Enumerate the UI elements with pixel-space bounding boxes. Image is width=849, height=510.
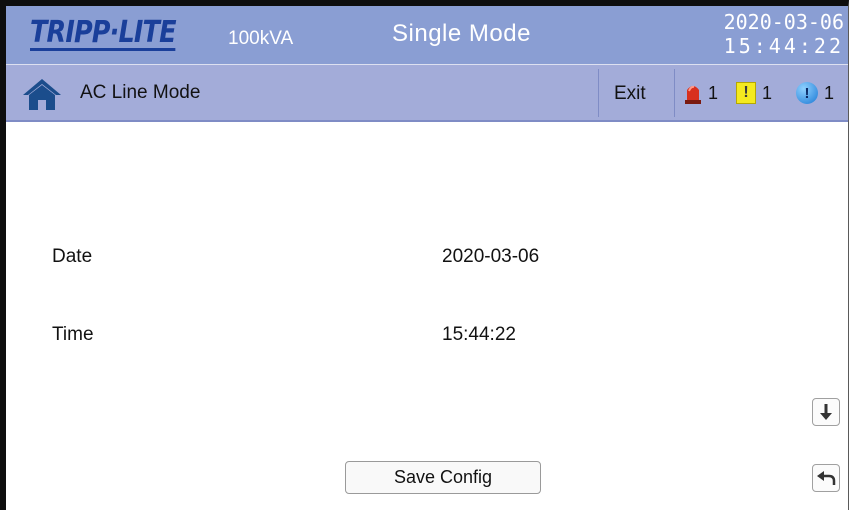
date-label: Date xyxy=(52,246,93,267)
time-value-field[interactable]: 15:44:22 xyxy=(442,324,516,346)
date-value-field[interactable]: 2020-03-06 xyxy=(442,246,539,268)
warning-alarm-indicator[interactable]: ! 1 xyxy=(736,79,772,107)
info-icon: ! xyxy=(796,82,818,104)
operating-mode: Single Mode xyxy=(392,20,531,47)
save-config-button[interactable]: Save Config xyxy=(345,461,541,494)
page-title: AC Line Mode xyxy=(80,82,201,103)
time-label: Time xyxy=(52,324,94,345)
scroll-down-button[interactable] xyxy=(812,398,840,426)
back-arrow-icon xyxy=(817,471,836,485)
top-status-bar: TRIPP·LITE 100kVA Single Mode 2020-03-06… xyxy=(6,6,848,64)
info-count: 1 xyxy=(824,82,835,103)
exit-button[interactable]: Exit xyxy=(614,83,646,105)
clock: 2020-03-06 15:44:22 xyxy=(714,10,844,58)
divider xyxy=(674,69,675,117)
warning-icon: ! xyxy=(736,82,756,104)
brand-logo: TRIPP·LITE xyxy=(30,15,176,51)
capacity-label: 100kVA xyxy=(228,28,294,49)
critical-alarm-indicator[interactable]: 1 xyxy=(684,79,718,107)
critical-count: 1 xyxy=(708,82,719,103)
alarm-siren-icon xyxy=(685,85,701,104)
clock-date: 2020-03-06 xyxy=(723,10,844,34)
arrow-down-icon xyxy=(820,404,832,420)
info-alarm-indicator[interactable]: ! 1 xyxy=(796,79,834,107)
home-icon[interactable] xyxy=(22,77,62,111)
warning-count: 1 xyxy=(762,82,773,103)
divider xyxy=(598,69,599,117)
clock-time: 15:44:22 xyxy=(723,34,844,58)
page-header: AC Line Mode Exit 1 ! 1 ! 1 xyxy=(6,64,848,122)
back-button[interactable] xyxy=(812,464,840,492)
ups-screen: TRIPP·LITE 100kVA Single Mode 2020-03-06… xyxy=(0,0,849,510)
